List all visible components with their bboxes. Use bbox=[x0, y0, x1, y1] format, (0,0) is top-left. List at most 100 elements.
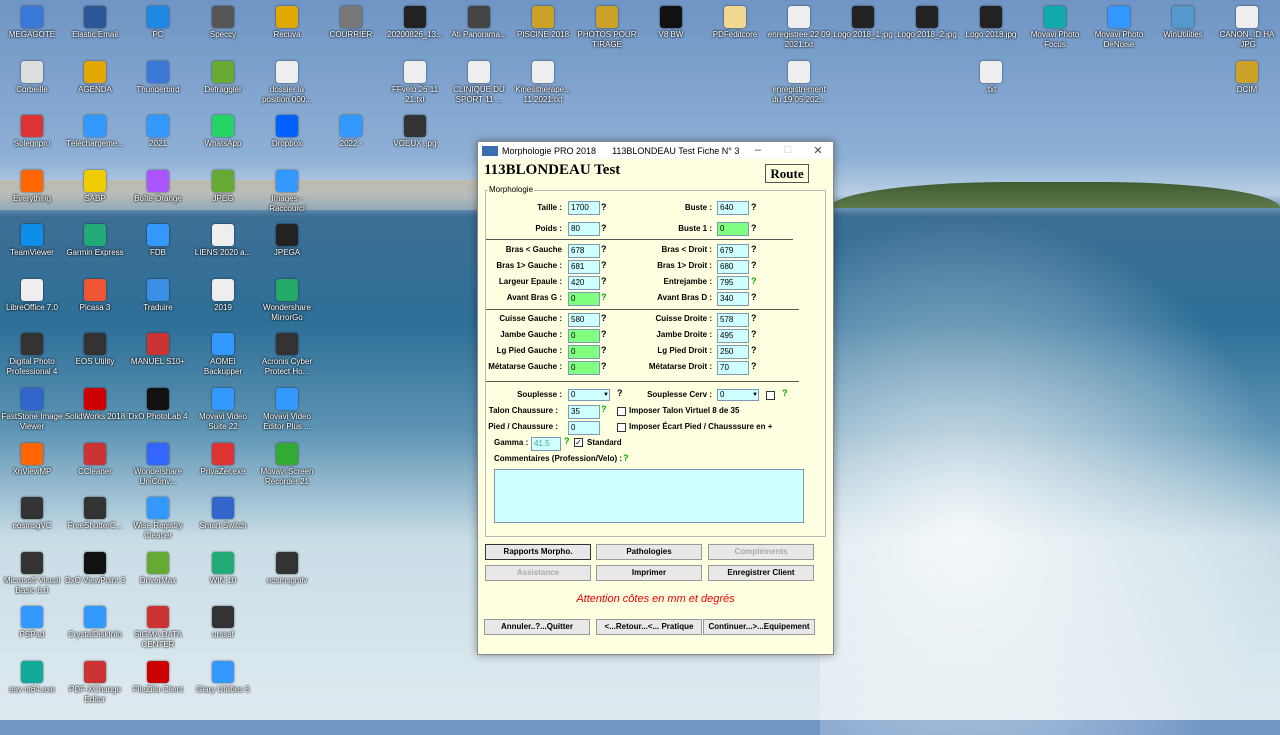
desktop-icon[interactable]: Acronis Cyber Protect Ho... bbox=[255, 333, 319, 377]
desktop-icon[interactable]: JPEGA bbox=[255, 224, 319, 258]
desktop-icon[interactable]: COURRIER bbox=[319, 6, 383, 40]
desktop-icon[interactable]: Dropbox bbox=[255, 115, 319, 149]
desktop-icon[interactable]: FFvelo 26 11 21.txt bbox=[383, 61, 447, 105]
desktop-icon[interactable]: Logo 2018.jpg bbox=[959, 6, 1023, 40]
metatarse-gauche-field[interactable] bbox=[568, 361, 600, 375]
retour-button[interactable]: <...Retour...<... Pratique bbox=[596, 619, 702, 635]
desktop-icon[interactable]: JPEG bbox=[191, 170, 255, 204]
desktop-icon[interactable]: Movavi Photo Focus bbox=[1023, 6, 1087, 50]
desktop-icon[interactable]: Elastic Email bbox=[63, 6, 127, 40]
help-icon[interactable]: ? bbox=[751, 260, 757, 270]
desktop-icon[interactable]: LIENS 2020 a... bbox=[191, 224, 255, 258]
help-icon[interactable]: ? bbox=[601, 361, 607, 371]
desktop-icon[interactable]: .txt bbox=[959, 61, 1023, 95]
desktop-icon[interactable]: PrivaZer.exe bbox=[191, 443, 255, 477]
jambe-gauche-field[interactable] bbox=[568, 329, 600, 343]
bras1-droit-field[interactable] bbox=[717, 260, 749, 274]
enregistrer-button[interactable]: Enregistrer Client bbox=[708, 565, 814, 581]
desktop-icon[interactable]: Thunderbird bbox=[126, 61, 190, 95]
avant-bras-d-field[interactable] bbox=[717, 292, 749, 306]
desktop-icon[interactable]: CLINIQUE DU SPORT 11 ... bbox=[447, 61, 511, 105]
desktop-icon[interactable]: WhatsApp bbox=[191, 115, 255, 149]
desktop-icon[interactable]: PDF-XChange Editor bbox=[63, 661, 127, 705]
desktop-icon[interactable]: DxO ViewPoint 3 bbox=[63, 552, 127, 586]
desktop-icon[interactable]: eosmsgmlv bbox=[255, 552, 319, 586]
help-icon[interactable]: ? bbox=[623, 453, 629, 463]
help-icon[interactable]: ? bbox=[601, 329, 607, 339]
imprimer-button[interactable]: Imprimer bbox=[596, 565, 702, 581]
desktop-icon[interactable]: WinUtilities bbox=[1151, 6, 1215, 40]
desktop-icon[interactable]: dossier la position 000... bbox=[255, 61, 319, 105]
desktop-icon[interactable]: Logo 2018_1.jpg bbox=[831, 6, 895, 40]
continuer-button[interactable]: Continuer...>...Equipement bbox=[703, 619, 815, 635]
desktop-icon[interactable]: WIN 10 bbox=[191, 552, 255, 586]
desktop-icon[interactable]: Glary Utilities 5 bbox=[191, 661, 255, 695]
help-icon[interactable]: ? bbox=[601, 260, 607, 270]
complements-button[interactable]: Compléments bbox=[708, 544, 814, 560]
desktop-icon[interactable]: 2022 - bbox=[319, 115, 383, 149]
help-icon[interactable]: ? bbox=[601, 244, 607, 254]
desktop-icon[interactable]: FreeShutterC... bbox=[63, 497, 127, 531]
desktop-icon[interactable]: FastStone Image Viewer bbox=[0, 388, 64, 432]
help-icon[interactable]: ? bbox=[601, 292, 607, 302]
souplesse-cerv-select[interactable]: 0 ▼ bbox=[717, 389, 759, 401]
desktop-icon[interactable]: PDFeditcore bbox=[703, 6, 767, 40]
desktop-icon[interactable]: Kinesitherape... 11 2021.txt bbox=[511, 61, 575, 105]
desktop-icon[interactable]: DriverMax bbox=[126, 552, 190, 586]
desktop-icon[interactable]: CANON_ID HA .JPG bbox=[1215, 6, 1279, 50]
bras-droit-field[interactable] bbox=[717, 244, 749, 258]
close-button[interactable]: ✕ bbox=[803, 144, 833, 157]
help-icon[interactable]: ? bbox=[601, 404, 607, 414]
buste-field[interactable] bbox=[717, 201, 749, 215]
help-icon[interactable]: ? bbox=[751, 292, 757, 302]
help-icon[interactable]: ? bbox=[751, 276, 757, 286]
desktop-icon[interactable]: Digital Photo Professional 4 bbox=[0, 333, 64, 377]
pathologies-button[interactable]: Pathologies bbox=[596, 544, 702, 560]
help-icon[interactable]: ? bbox=[782, 388, 788, 398]
desktop-icon[interactable]: FileZilla Client bbox=[126, 661, 190, 695]
help-icon[interactable]: ? bbox=[751, 345, 757, 355]
help-icon[interactable]: ? bbox=[601, 223, 607, 233]
jambe-droite-field[interactable] bbox=[717, 329, 749, 343]
desktop-icon[interactable]: Corbeille bbox=[0, 61, 64, 95]
desktop-icon[interactable]: Microsoft Visual Basic 6.0 bbox=[0, 552, 64, 596]
desktop-icon[interactable]: V8 BW bbox=[639, 6, 703, 40]
desktop-icon[interactable]: CrystalDiskInfo bbox=[63, 606, 127, 640]
annuler-button[interactable]: Annuler..?...Quitter bbox=[484, 619, 590, 635]
desktop-icon[interactable]: eav nt64.exe bbox=[0, 661, 64, 695]
help-icon[interactable]: ? bbox=[601, 202, 607, 212]
desktop-icon[interactable]: Everything bbox=[0, 170, 64, 204]
desktop-icon[interactable]: SolidWorks 2018 bbox=[63, 388, 127, 422]
help-icon[interactable]: ? bbox=[601, 276, 607, 286]
desktop-icon[interactable]: PHOTOS POUR TIRAGE bbox=[575, 6, 639, 50]
desktop-icon[interactable]: Boîte Orange bbox=[126, 170, 190, 204]
metatarse-droit-field[interactable] bbox=[717, 361, 749, 375]
help-icon[interactable]: ? bbox=[751, 202, 757, 212]
desktop-icon[interactable]: FDB bbox=[126, 224, 190, 258]
help-icon[interactable]: ? bbox=[751, 244, 757, 254]
desktop-icon[interactable]: Movavi Video Editor Plus ... bbox=[255, 388, 319, 432]
rapports-button[interactable]: Rapports Morpho. bbox=[485, 544, 591, 560]
largeur-epaule-field[interactable] bbox=[568, 276, 600, 290]
desktop-icon[interactable]: PSPad bbox=[0, 606, 64, 640]
desktop-icon[interactable]: Movavi Screen Recorder 21 bbox=[255, 443, 319, 487]
desktop-icon[interactable]: Traduire bbox=[126, 279, 190, 313]
assistance-button[interactable]: Assistance bbox=[485, 565, 591, 581]
buste1-field[interactable] bbox=[717, 222, 749, 236]
desktop-icon[interactable]: Picasa 3 bbox=[63, 279, 127, 313]
help-icon[interactable]: ? bbox=[601, 345, 607, 355]
imposer-talon-checkbox[interactable] bbox=[617, 407, 626, 416]
desktop-icon[interactable]: Defraggler bbox=[191, 61, 255, 95]
desktop-icon[interactable]: CCleaner bbox=[63, 443, 127, 477]
desktop-icon[interactable]: XnViewMP bbox=[0, 443, 64, 477]
desktop-icon[interactable]: SIGMA DATA CENTER bbox=[126, 606, 190, 650]
lg-pied-droit-field[interactable] bbox=[717, 345, 749, 359]
bras-gauche-field[interactable] bbox=[568, 244, 600, 258]
help-icon[interactable]: ? bbox=[617, 388, 623, 398]
desktop-icon[interactable]: Ati Panorama... bbox=[447, 6, 511, 40]
bras1-gauche-field[interactable] bbox=[568, 260, 600, 274]
desktop-icon[interactable]: enregistree 22 09 2021.txt bbox=[767, 6, 831, 50]
desktop-icon[interactable]: DCIM bbox=[1215, 61, 1279, 95]
desktop-icon[interactable]: Garmin Express bbox=[63, 224, 127, 258]
desktop-icon[interactable]: Logo 2018_2.jpg bbox=[895, 6, 959, 40]
